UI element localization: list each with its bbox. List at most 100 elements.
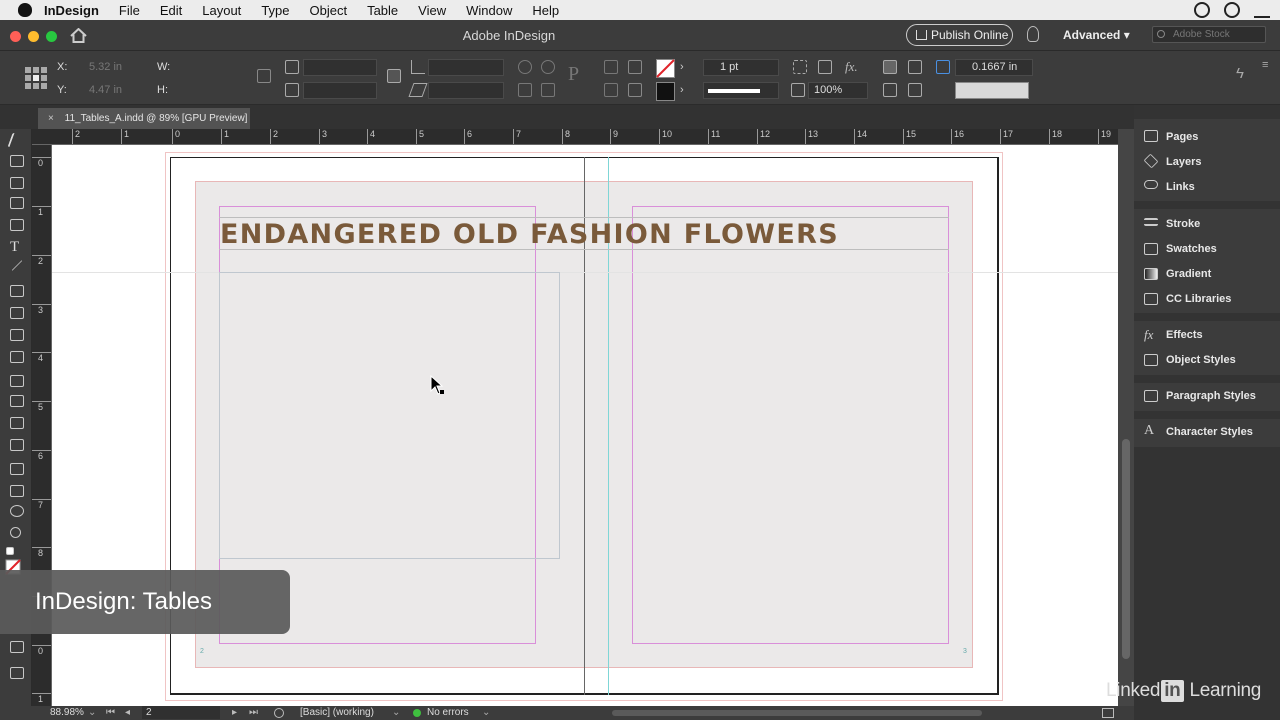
lightning-icon[interactable]: ϟ: [1236, 65, 1244, 82]
previous-page-icon[interactable]: ◂: [125, 706, 130, 720]
panel-cc-libraries[interactable]: CC Libraries: [1166, 293, 1231, 305]
flip-vertical-icon[interactable]: [541, 83, 555, 97]
open-page-icon[interactable]: [274, 708, 284, 718]
constrain-proportions-icon[interactable]: [257, 69, 271, 83]
scale-x-icon[interactable]: [285, 60, 299, 74]
menu-window[interactable]: Window: [466, 3, 512, 18]
panel-stroke[interactable]: Stroke: [1166, 218, 1200, 230]
scale-y-icon[interactable]: [285, 83, 299, 97]
menu-layout[interactable]: Layout: [202, 3, 241, 18]
stroke-type-dropdown[interactable]: [703, 82, 779, 99]
zoom-level-field[interactable]: 88.98%: [50, 706, 84, 720]
offset-field[interactable]: 0.1667 in: [955, 59, 1033, 76]
flip-horizontal-icon[interactable]: [518, 83, 532, 97]
fill-none-swatch[interactable]: [656, 59, 675, 78]
corner-options-icon[interactable]: [908, 83, 922, 97]
fill-chevron-icon[interactable]: ›: [680, 61, 684, 73]
zoom-tool-icon[interactable]: [10, 527, 21, 538]
reference-point-icon[interactable]: [25, 67, 47, 89]
workspace-switcher[interactable]: Advanced ▾: [1063, 28, 1130, 42]
next-page-icon[interactable]: ▸: [232, 706, 237, 720]
panel-paragraph-styles[interactable]: Paragraph Styles: [1166, 390, 1256, 402]
panel-links[interactable]: Links: [1166, 181, 1195, 193]
panel-gradient[interactable]: Gradient: [1166, 268, 1211, 280]
first-page-icon[interactable]: ⏮: [106, 706, 115, 720]
pencil-tool-icon[interactable]: [10, 307, 24, 319]
lightbulb-icon[interactable]: [1027, 26, 1039, 42]
menu-app[interactable]: InDesign: [44, 3, 99, 18]
panel-menu-icon[interactable]: ≡: [1262, 59, 1268, 71]
rectangle-tool-icon[interactable]: [10, 351, 24, 363]
zoom-dropdown-chevron-icon[interactable]: ⌄: [88, 706, 96, 720]
eyedropper-tool-icon[interactable]: [10, 485, 24, 497]
hand-tool-icon[interactable]: [10, 505, 24, 517]
gradient-swatch-tool-icon[interactable]: [10, 417, 24, 429]
align-top-icon[interactable]: [604, 60, 618, 74]
scale-y-field[interactable]: [303, 82, 377, 99]
panel-object-styles[interactable]: Object Styles: [1166, 354, 1236, 366]
close-tab-icon[interactable]: ×: [48, 113, 54, 124]
panel-character-styles[interactable]: Character Styles: [1166, 426, 1253, 438]
note-tool-icon[interactable]: [10, 463, 24, 475]
rotation-angle-field[interactable]: [428, 59, 504, 76]
menu-object[interactable]: Object: [310, 3, 348, 18]
content-collector-tool-icon[interactable]: [10, 219, 24, 231]
scissors-tool-icon[interactable]: [10, 375, 24, 387]
menu-table[interactable]: Table: [367, 3, 398, 18]
horizontal-scrollbar[interactable]: [612, 710, 982, 716]
menu-help[interactable]: Help: [532, 3, 559, 18]
page-number-field[interactable]: 2: [142, 706, 220, 719]
text-wrap-icon[interactable]: [883, 60, 897, 74]
page-tool-icon[interactable]: [10, 177, 24, 189]
gap-tool-icon[interactable]: [10, 197, 24, 209]
effects-fx-icon[interactable]: fx.: [845, 59, 858, 75]
menu-type[interactable]: Type: [261, 3, 289, 18]
last-page-icon[interactable]: ⏭: [249, 706, 258, 720]
apple-icon[interactable]: [18, 3, 32, 17]
free-transform-tool-icon[interactable]: [10, 395, 24, 407]
rotate-ccw-icon[interactable]: [541, 60, 555, 74]
selection-tool-icon[interactable]: [7, 133, 27, 147]
drop-shadow-icon[interactable]: [818, 60, 832, 74]
direct-selection-tool-icon[interactable]: [10, 155, 24, 167]
line-tool-icon[interactable]: [11, 260, 23, 271]
panel-swatches[interactable]: Swatches: [1166, 243, 1217, 255]
align-stroke-icon[interactable]: [883, 83, 897, 97]
panel-effects[interactable]: Effects: [1166, 329, 1203, 341]
creative-cloud-icon[interactable]: [1194, 2, 1210, 18]
gradient-feather-tool-icon[interactable]: [10, 439, 24, 451]
rotate-cw-icon[interactable]: [518, 60, 532, 74]
x-position-field[interactable]: 5.32 in: [89, 61, 122, 73]
empty-table-frame[interactable]: [219, 272, 560, 559]
menu-edit[interactable]: Edit: [160, 3, 182, 18]
opacity-field[interactable]: 100%: [808, 82, 868, 99]
document-tab[interactable]: × 11_Tables_A.indd @ 89% [GPU Preview]: [38, 108, 250, 129]
errors-dropdown-chevron-icon[interactable]: ⌄: [482, 706, 490, 720]
adobe-stock-search-input[interactable]: Adobe Stock: [1152, 26, 1266, 43]
link-scale-icon[interactable]: [387, 69, 401, 83]
screen-mode-icon[interactable]: [10, 641, 24, 653]
panel-layers[interactable]: Layers: [1166, 156, 1201, 168]
rectangle-frame-tool-icon[interactable]: [10, 329, 24, 341]
horizontal-ruler[interactable]: 2 1 0 1 2 3 4 5 6 7 8 9 10 11 12 13 14 1…: [32, 129, 1118, 145]
object-style-dropdown[interactable]: [955, 82, 1029, 99]
stroke-swatch[interactable]: [656, 82, 675, 101]
scrollbar-thumb[interactable]: [1122, 439, 1130, 659]
shear-angle-field[interactable]: [428, 82, 504, 99]
split-layout-icon[interactable]: [1102, 708, 1114, 718]
type-tool-icon[interactable]: T: [10, 240, 24, 255]
preflight-profile[interactable]: [Basic] (working): [300, 706, 374, 720]
menu-file[interactable]: File: [119, 3, 140, 18]
stroke-weight-field[interactable]: 1 pt: [703, 59, 779, 76]
y-position-field[interactable]: 4.47 in: [89, 84, 122, 96]
publish-online-button[interactable]: Publish Online: [906, 24, 1013, 46]
align-left-icon[interactable]: [604, 83, 618, 97]
panel-pages[interactable]: Pages: [1166, 131, 1198, 143]
spotlight-search-icon[interactable]: [1224, 2, 1240, 18]
frame-fitting-icon[interactable]: [793, 60, 807, 74]
vertical-scrollbar[interactable]: [1118, 129, 1134, 706]
pen-tool-icon[interactable]: [10, 285, 24, 297]
menu-view[interactable]: View: [418, 3, 446, 18]
notification-list-icon[interactable]: [1254, 2, 1270, 18]
auto-fit-icon[interactable]: [936, 60, 950, 74]
